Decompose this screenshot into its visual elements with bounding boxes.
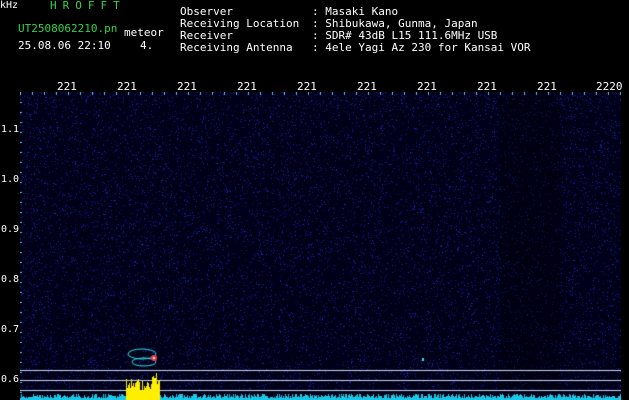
meteor-label: meteor [124, 26, 164, 39]
frequency-tick: 0.7 [1, 324, 20, 335]
frequency-tick: 0.6 [1, 374, 20, 385]
observation-datetime: 25.08.06 22:10 [18, 39, 111, 52]
app-brand: HROFFT [50, 0, 126, 12]
frequency-tick: 1.1 [1, 124, 20, 135]
meteor-count: 4. [140, 39, 154, 52]
frequency-tick: 0.8 [1, 274, 20, 285]
frequency-tick: 1.0 [1, 174, 20, 185]
file-name: UT2508062210.pn [18, 22, 118, 35]
antenna-value: : 4ele Yagi Az 230 for Kansai VOR [312, 41, 531, 54]
spectrogram-plot [20, 92, 621, 400]
antenna-label: Receiving Antenna [180, 41, 293, 54]
frequency-tick: 0.9 [1, 224, 20, 235]
